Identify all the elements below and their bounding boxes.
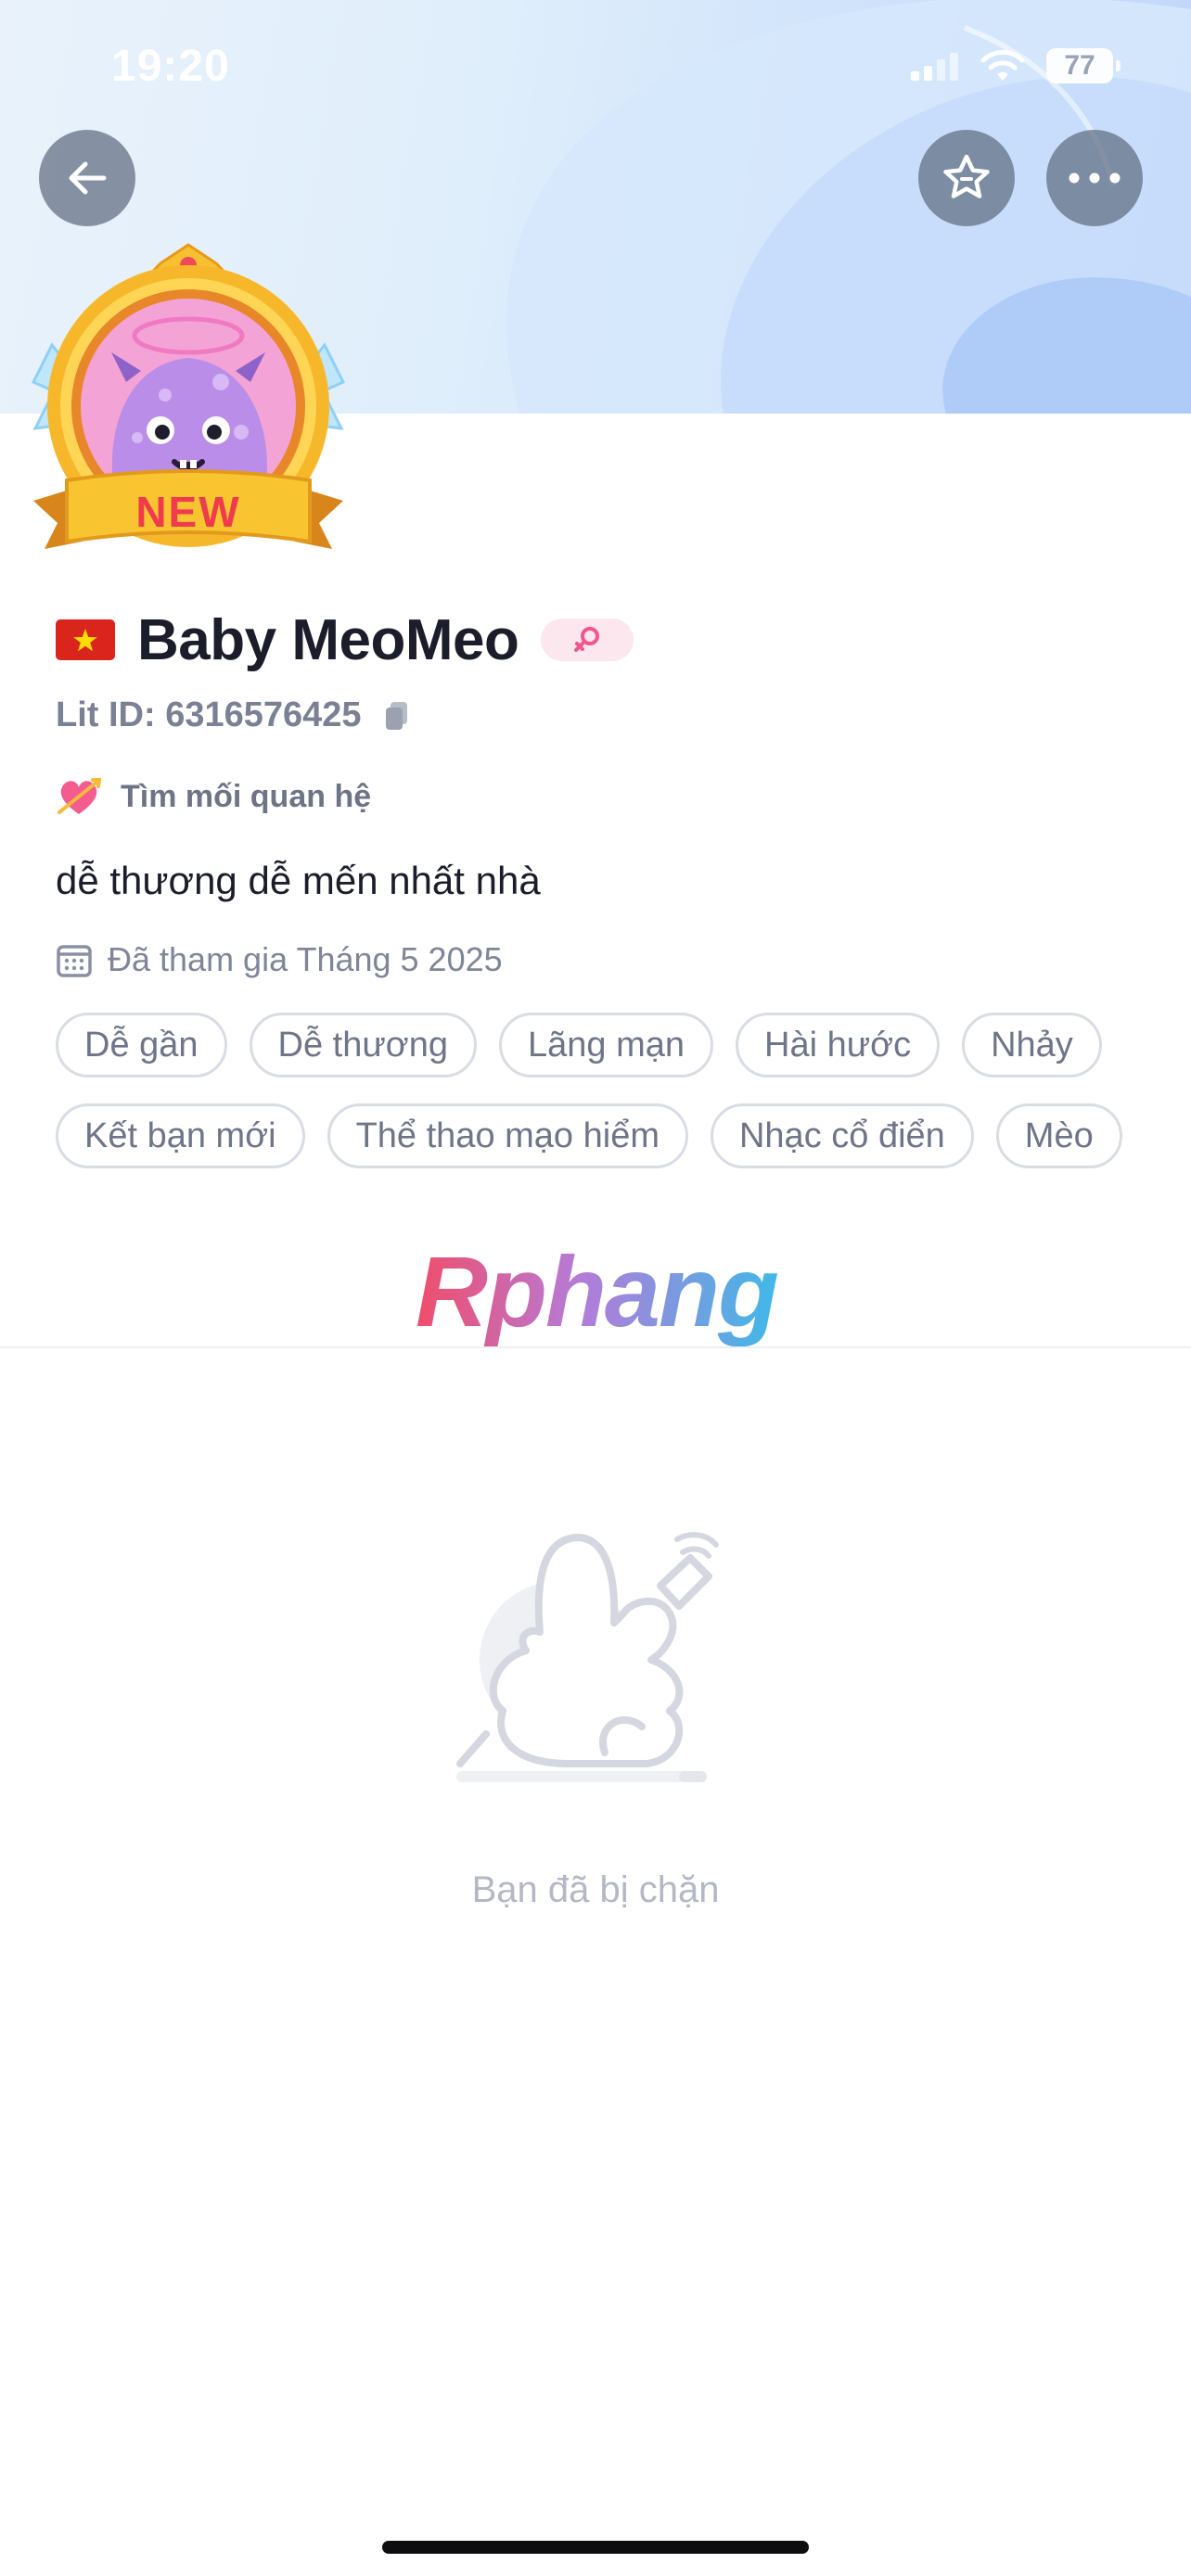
avatar-new-badge[interactable]: NEW [26,243,351,577]
favorite-button[interactable] [918,130,1015,226]
blocked-illustration [447,1521,744,1799]
interest-tag[interactable]: Nhảy [962,1013,1102,1078]
join-date-row: Đã tham gia Tháng 5 2025 [56,940,503,979]
interest-tag[interactable]: Thể thao mạo hiểm [327,1103,688,1168]
female-icon [574,627,600,652]
relationship-goal-row: Tìm mối quan hệ [56,775,371,818]
user-name: Baby MeoMeo [137,607,519,672]
interest-tag[interactable]: Dễ gần [56,1013,227,1078]
back-button[interactable] [39,130,135,226]
status-bar: 19:20 77 [0,0,1191,130]
interest-tag[interactable]: Hài hước [736,1013,941,1078]
wifi-icon [980,49,1025,81]
profile-bio: dễ thương dễ mến nhất nhà [56,859,541,902]
watermark-logo: Rphang [416,1235,779,1347]
interest-tag[interactable]: Lãng mạn [499,1013,714,1078]
blocked-message: Bạn đã bị chặn [471,1869,720,1910]
more-options-button[interactable] [1046,130,1143,226]
join-date-text: Đã tham gia Tháng 5 2025 [108,940,503,978]
arrow-left-icon [69,161,107,195]
interest-tag[interactable]: Kết bạn mới [56,1103,305,1168]
avatar-badge-image: NEW [31,243,346,549]
heart-arrow-icon [58,778,102,814]
calendar-icon [57,945,92,977]
vietnam-flag-icon [56,619,115,660]
signal-icon [911,53,958,81]
gender-badge [541,618,634,661]
lit-id-text: Lit ID: 6316576425 [56,695,362,734]
more-horizontal-icon [1069,172,1121,184]
battery-icon: 77 [1046,48,1121,83]
star-icon [943,154,990,198]
interest-tag[interactable]: Nhạc cổ điển [710,1103,974,1168]
status-time: 19:20 [111,42,230,91]
profile-name-row: Baby MeoMeo [56,603,634,677]
blocked-hand-icon [456,1532,719,1782]
copy-icon[interactable] [382,699,412,733]
interest-tags: Dễ gần Dễ thương Lãng mạn Hài hước Nhảy … [56,1013,1122,1168]
interest-tag[interactable]: Mèo [995,1103,1122,1168]
badge-new-label: NEW [135,488,240,536]
flag-star-icon [73,629,97,652]
interest-tag[interactable]: Dễ thương [249,1013,477,1078]
home-indicator[interactable] [382,2541,809,2554]
status-icons: 77 [911,48,1121,83]
relationship-goal-text: Tìm mối quan hệ [121,778,372,814]
section-divider [0,1346,1191,1348]
lit-id-row: Lit ID: 6316576425 [56,695,412,735]
